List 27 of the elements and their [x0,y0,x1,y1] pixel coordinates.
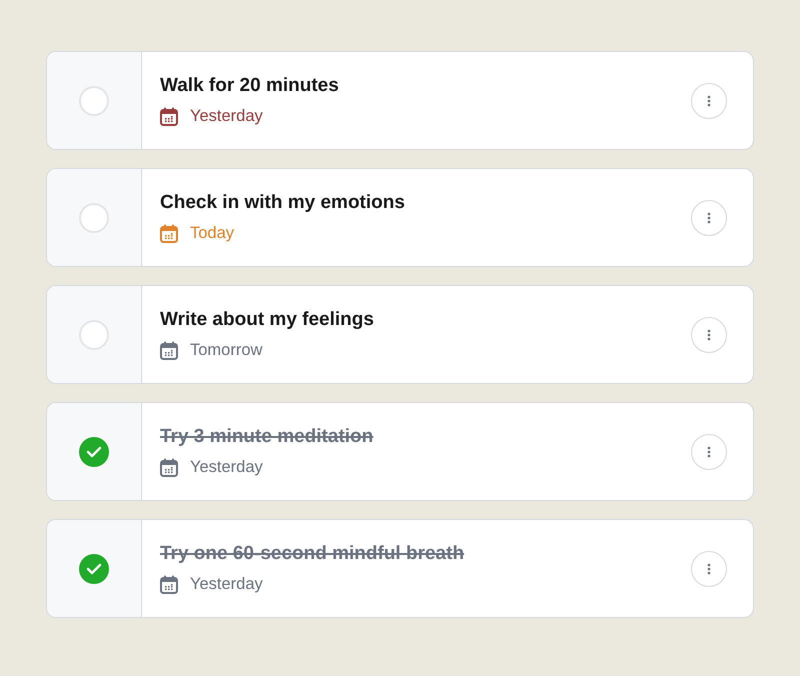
more-options-button[interactable] [691,200,727,236]
more-icon [707,328,711,340]
due-date: Yesterday [190,107,263,126]
due-date: Yesterday [190,575,263,594]
due-date: Yesterday [190,458,263,477]
more-icon [707,212,711,224]
checkmark-icon [86,562,102,574]
task-title: Check in with my emotions [160,192,405,214]
complete-checkbox[interactable] [79,86,109,116]
more-icon [707,562,711,574]
more-icon [707,446,711,458]
complete-checkbox[interactable] [79,320,109,350]
more-options-button[interactable] [691,434,727,470]
task-title: Write about my feelings [160,309,374,331]
more-options-button[interactable] [691,316,727,352]
complete-checkbox[interactable] [79,554,109,584]
task-title: Try one 60-second mindful breath [160,543,464,565]
complete-checkbox[interactable] [79,436,109,466]
task-title: Try 3 minute meditation [160,426,374,448]
more-icon [707,94,711,106]
due-date: Tomorrow [190,341,262,360]
task-title: Walk for 20 minutes [160,75,339,97]
more-options-button[interactable] [691,82,727,118]
due-date: Today [190,224,234,243]
more-options-button[interactable] [691,550,727,586]
checkmark-icon [86,446,102,458]
complete-checkbox[interactable] [79,202,109,232]
